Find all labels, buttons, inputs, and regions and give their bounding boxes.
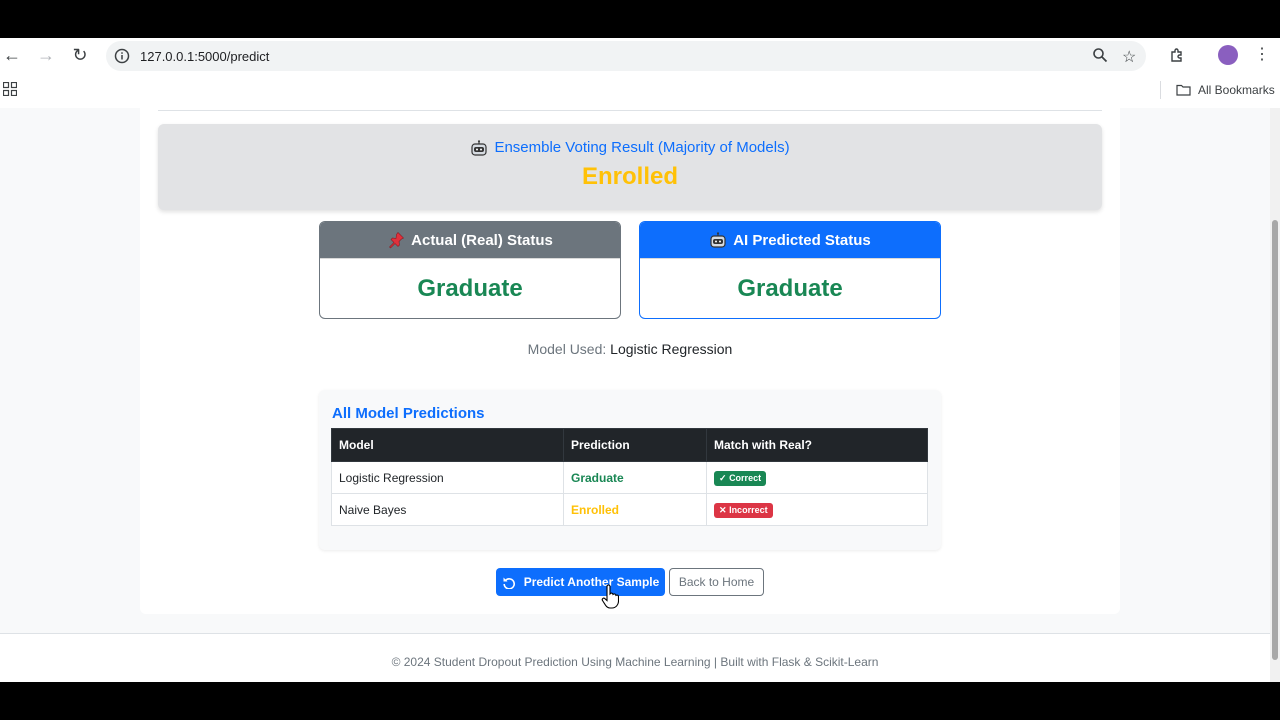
reload-icon[interactable]: ↻ (68, 44, 92, 66)
predictions-table: Model Prediction Match with Real? Logist… (331, 428, 928, 526)
folder-icon[interactable] (1176, 84, 1191, 96)
cell-prediction: Enrolled (563, 493, 707, 526)
model-predictions-panel: All Model Predictions Model Prediction M… (319, 390, 941, 550)
robot-icon (710, 232, 726, 248)
cell-prediction: Graduate (563, 461, 707, 494)
apps-grid-icon[interactable] (3, 82, 17, 96)
column-header-model: Model (331, 428, 564, 462)
ai-status-title: AI Predicted Status (733, 231, 871, 249)
table-row: Naive Bayes Enrolled ✕ Incorrect (331, 493, 928, 526)
cell-match: ✓ Correct (706, 461, 928, 494)
browser-toolbar: ← → ↻ 127.0.0.1:5000/predict ☆ ⋮ (0, 38, 1280, 72)
hand-cursor-icon (601, 584, 619, 609)
divider (158, 110, 1102, 111)
zoom-icon[interactable] (1092, 47, 1108, 63)
model-used-label: Model Used: (527, 341, 607, 357)
ai-status-value: Graduate (640, 258, 940, 318)
ensemble-title-text: Ensemble Voting Result (Majority of Mode… (494, 139, 790, 156)
column-header-match: Match with Real? (706, 428, 928, 462)
menu-kebab-icon[interactable]: ⋮ (1254, 44, 1270, 64)
url-text[interactable]: 127.0.0.1:5000/predict (140, 49, 269, 64)
cell-model: Logistic Regression (331, 461, 564, 494)
match-badge-label: Incorrect (729, 504, 768, 515)
predict-another-button[interactable]: Predict Another Sample (496, 568, 665, 596)
page-footer: © 2024 Student Dropout Prediction Using … (0, 633, 1270, 682)
actual-status-card: Actual (Real) Status Graduate (319, 221, 621, 319)
result-card: Ensemble Voting Result (Majority of Mode… (140, 108, 1120, 614)
table-header-row: Model Prediction Match with Real? (331, 428, 928, 462)
ensemble-title: Ensemble Voting Result (Majority of Mode… (158, 139, 1102, 156)
site-info-icon[interactable] (114, 48, 130, 64)
scrollbar-thumb[interactable] (1272, 220, 1278, 660)
undo-arrow-icon (503, 577, 515, 589)
match-badge-label: Correct (729, 472, 762, 483)
model-used-line: Model Used: Logistic Regression (140, 341, 1120, 357)
forward-icon[interactable]: → (34, 44, 58, 66)
footer-text: © 2024 Student Dropout Prediction Using … (391, 655, 879, 669)
profile-avatar[interactable] (1218, 45, 1238, 65)
ensemble-result-box: Ensemble Voting Result (Majority of Mode… (158, 124, 1102, 210)
page-scrollbar[interactable] (1270, 108, 1280, 682)
bookmarks-bar: All Bookmarks (0, 72, 1280, 108)
cross-icon: ✕ (719, 504, 727, 515)
back-icon[interactable]: ← (0, 44, 24, 66)
pushpin-icon (389, 232, 405, 249)
actual-status-title: Actual (Real) Status (411, 231, 553, 249)
model-used-value: Logistic Regression (610, 341, 733, 357)
browser-chrome: ← → ↻ 127.0.0.1:5000/predict ☆ ⋮ All Boo… (0, 38, 1280, 108)
predict-another-label: Predict Another Sample (523, 575, 660, 589)
robot-icon (471, 139, 488, 156)
cell-model: Naive Bayes (331, 493, 564, 526)
all-bookmarks-link[interactable]: All Bookmarks (1198, 83, 1275, 97)
actual-status-value: Graduate (320, 258, 620, 318)
table-row: Logistic Regression Graduate ✓ Correct (331, 461, 928, 494)
predictions-title: All Model Predictions (332, 405, 485, 422)
actual-status-header: Actual (Real) Status (320, 222, 620, 258)
match-badge-correct: ✓ Correct (714, 470, 767, 486)
ai-status-header: AI Predicted Status (640, 222, 940, 258)
ai-status-card: AI Predicted Status Graduate (639, 221, 941, 319)
check-icon: ✓ (719, 472, 727, 483)
window-bottom-bar (0, 682, 1280, 720)
page-viewport: Ensemble Voting Result (Majority of Mode… (0, 108, 1270, 682)
bookmark-star-icon[interactable]: ☆ (1122, 47, 1136, 67)
bookmarks-separator (1160, 81, 1161, 99)
back-to-home-button[interactable]: Back to Home (669, 568, 764, 596)
cell-match: ✕ Incorrect (706, 493, 928, 526)
match-badge-incorrect: ✕ Incorrect (714, 502, 773, 518)
window-top-bar (0, 0, 1280, 38)
extensions-icon[interactable] (1169, 47, 1185, 63)
column-header-prediction: Prediction (563, 428, 707, 462)
ensemble-value: Enrolled (581, 163, 678, 190)
address-bar[interactable]: 127.0.0.1:5000/predict ☆ (106, 41, 1146, 71)
